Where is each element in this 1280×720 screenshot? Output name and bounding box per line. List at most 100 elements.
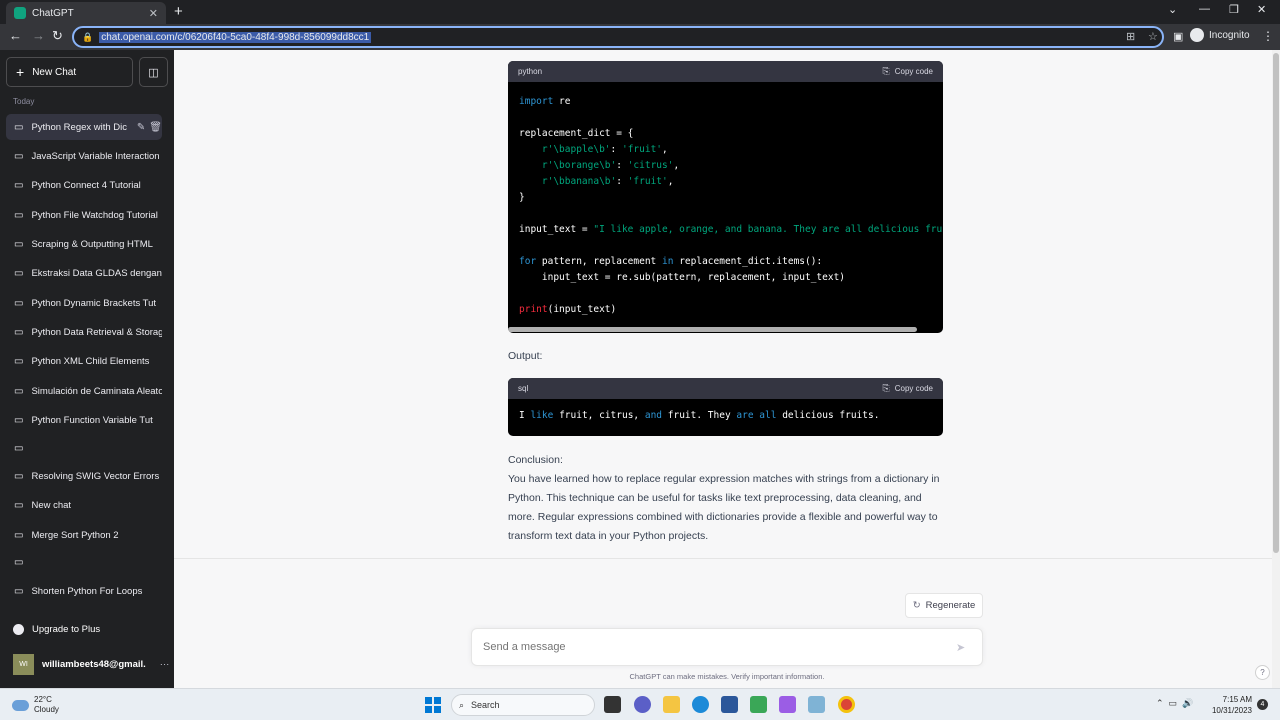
code-line: r'\bbanana\b': 'fruit', <box>541 176 674 187</box>
scrollbar-thumb[interactable] <box>1273 53 1279 553</box>
code-horizontal-scrollbar[interactable] <box>508 327 917 332</box>
incognito-indicator[interactable]: Incognito <box>1190 28 1250 42</box>
side-panel-icon[interactable]: ▣ <box>1173 30 1183 43</box>
chat-history-item[interactable]: ▭ <box>6 435 162 461</box>
chat-history-item[interactable]: ▭ Python File Watchdog Tutorial <box>6 202 162 228</box>
chrome-icon[interactable] <box>838 696 855 713</box>
assistant-message: python ⎘ Copy code import re replacement… <box>174 50 1272 559</box>
system-tray-icons[interactable]: ⌃ ▭ 🔊 <box>1156 698 1193 709</box>
taskbar-search[interactable]: ⌕ Search <box>451 694 595 716</box>
conclusion-heading: Conclusion: <box>508 454 563 466</box>
new-tab-button[interactable]: + <box>174 3 183 20</box>
message-input[interactable] <box>483 641 956 653</box>
weather-widget[interactable]: 22°C Cloudy <box>12 695 59 715</box>
back-icon[interactable]: ← <box>9 28 22 43</box>
more-icon[interactable]: ··· <box>160 659 170 670</box>
chat-bubble-icon: ▭ <box>14 355 24 367</box>
file-explorer-icon[interactable] <box>663 696 680 713</box>
notification-badge[interactable]: 4 <box>1257 699 1268 710</box>
sidebar-toggle-icon: ◫ <box>148 66 159 79</box>
windows-taskbar: 22°C Cloudy ⌕ Search ⌃ ▭ 🔊 7:15 AM 10/31… <box>0 688 1280 720</box>
help-button[interactable]: ? <box>1255 665 1270 680</box>
minimize-icon[interactable]: — <box>1199 3 1210 15</box>
python-code-block: python ⎘ Copy code import re replacement… <box>508 61 943 333</box>
start-button-icon[interactable] <box>425 697 441 713</box>
tab-search-icon[interactable]: ⌄ <box>1168 3 1177 16</box>
chat-history-item[interactable]: ▭ Scraping & Outputting HTML <box>6 231 162 257</box>
app-icon[interactable] <box>779 696 796 713</box>
upgrade-label: Upgrade to Plus <box>32 624 101 635</box>
page-scrollbar[interactable] <box>1272 50 1280 688</box>
chat-bubble-icon: ▭ <box>14 326 24 338</box>
forward-icon[interactable]: → <box>32 28 45 43</box>
delete-icon[interactable]: 🗑 <box>149 122 162 133</box>
store-icon[interactable] <box>721 696 738 713</box>
chat-bubble-icon: ▭ <box>14 442 24 454</box>
chat-history-item[interactable]: ▭ Ekstraksi Data GLDAS dengan <box>6 260 162 286</box>
copy-code-button[interactable]: ⎘ Copy code <box>883 383 933 394</box>
maximize-icon[interactable]: ❐ <box>1229 3 1239 16</box>
lock-icon: 🔒 <box>82 31 94 42</box>
copy-code-button[interactable]: ⎘ Copy code <box>883 66 933 77</box>
chat-bubble-icon: ▭ <box>14 470 24 482</box>
chat-app-icon[interactable] <box>634 696 651 713</box>
browser-tab[interactable]: ChatGPT ✕ <box>6 2 166 24</box>
chat-title: Python XML Child Elements <box>31 355 150 367</box>
chat-history-item[interactable]: ▭ Python Function Variable Tut <box>6 407 162 433</box>
chatgpt-favicon-icon <box>14 7 26 19</box>
chat-history-item[interactable]: ▭ Python Connect 4 Tutorial <box>6 172 162 198</box>
code-line: print(input_text) <box>519 304 617 315</box>
upgrade-button[interactable]: Upgrade to Plus <box>13 624 100 635</box>
app-icon[interactable] <box>750 696 767 713</box>
incognito-icon <box>1190 28 1204 42</box>
chat-title: New chat <box>31 499 72 511</box>
reload-icon[interactable]: ↻ <box>52 28 63 44</box>
bookmark-star-icon[interactable]: ☆ <box>1148 30 1158 43</box>
chat-history-item[interactable]: ▭ Python Dynamic Brackets Tut <box>6 290 162 316</box>
chat-title: Shorten Python For Loops <box>31 585 143 597</box>
conclusion-text: You have learned how to replace regular … <box>508 473 940 542</box>
install-app-icon[interactable]: ⊞ <box>1126 30 1135 43</box>
url-field[interactable]: 🔒 chat.openai.com/c/06206f40-5ca0-48f4-9… <box>72 26 1164 48</box>
chat-title: Resolving SWIG Vector Errors <box>31 470 160 482</box>
browser-menu-icon[interactable]: ⋮ <box>1262 29 1274 43</box>
clock[interactable]: 7:15 AM 10/31/2023 <box>1207 694 1252 716</box>
chat-bubble-icon: ▭ <box>14 209 24 221</box>
regenerate-button[interactable]: ↻ Regenerate <box>905 593 983 618</box>
code-line: for pattern, replacement in replacement_… <box>519 256 823 267</box>
close-window-icon[interactable]: ✕ <box>1257 3 1266 16</box>
chat-history-item[interactable]: ▭ Simulación de Caminata Aleatoria <box>6 378 162 404</box>
chat-history-item[interactable]: ▭ Python Regex with Dic ✎ 🗑 <box>6 114 162 140</box>
date: 10/31/2023 <box>1211 706 1252 715</box>
taskbar-search-label: Search <box>471 700 500 710</box>
chat-history-item[interactable]: ▭ Resolving SWIG Vector Errors <box>6 463 162 489</box>
user-menu[interactable]: WI williambeets48@gmail. ··· <box>13 654 169 675</box>
chat-bubble-icon: ▭ <box>14 150 24 162</box>
edit-icon[interactable]: ✎ <box>137 122 145 133</box>
chat-history-item[interactable]: ▭ Python Data Retrieval & Storage <box>6 319 162 345</box>
chat-history-item[interactable]: ▭ Merge Sort Python 2 <box>6 522 162 548</box>
code-line: } <box>519 192 525 203</box>
chat-history-item[interactable]: ▭ Shorten Python For Loops <box>6 578 162 604</box>
temperature: 22°C <box>34 695 52 704</box>
task-view-icon[interactable] <box>604 696 621 713</box>
chat-history-item[interactable]: ▭ <box>6 549 162 575</box>
new-chat-button[interactable]: + New Chat <box>6 57 133 87</box>
chat-title: Python Function Variable Tut <box>31 414 153 426</box>
chat-history-item[interactable]: ▭ New chat <box>6 492 162 518</box>
chat-history-item[interactable]: ▭ JavaScript Variable Interaction <box>6 143 162 169</box>
send-icon[interactable]: ➤ <box>956 641 982 654</box>
edge-browser-icon[interactable] <box>692 696 709 713</box>
close-sidebar-button[interactable]: ◫ <box>139 57 168 87</box>
chat-title: Python Dynamic Brackets Tut <box>31 297 157 309</box>
close-tab-icon[interactable]: ✕ <box>149 7 158 20</box>
url-text[interactable]: chat.openai.com/c/06206f40-5ca0-48f4-998… <box>99 31 372 43</box>
app-icon[interactable] <box>808 696 825 713</box>
code-line: r'\borange\b': 'citrus', <box>541 160 680 171</box>
upgrade-icon <box>13 624 24 635</box>
tab-title: ChatGPT <box>32 7 74 19</box>
chat-history-item[interactable]: ▭ Python XML Child Elements <box>6 348 162 374</box>
section-label-today: Today <box>13 97 35 106</box>
